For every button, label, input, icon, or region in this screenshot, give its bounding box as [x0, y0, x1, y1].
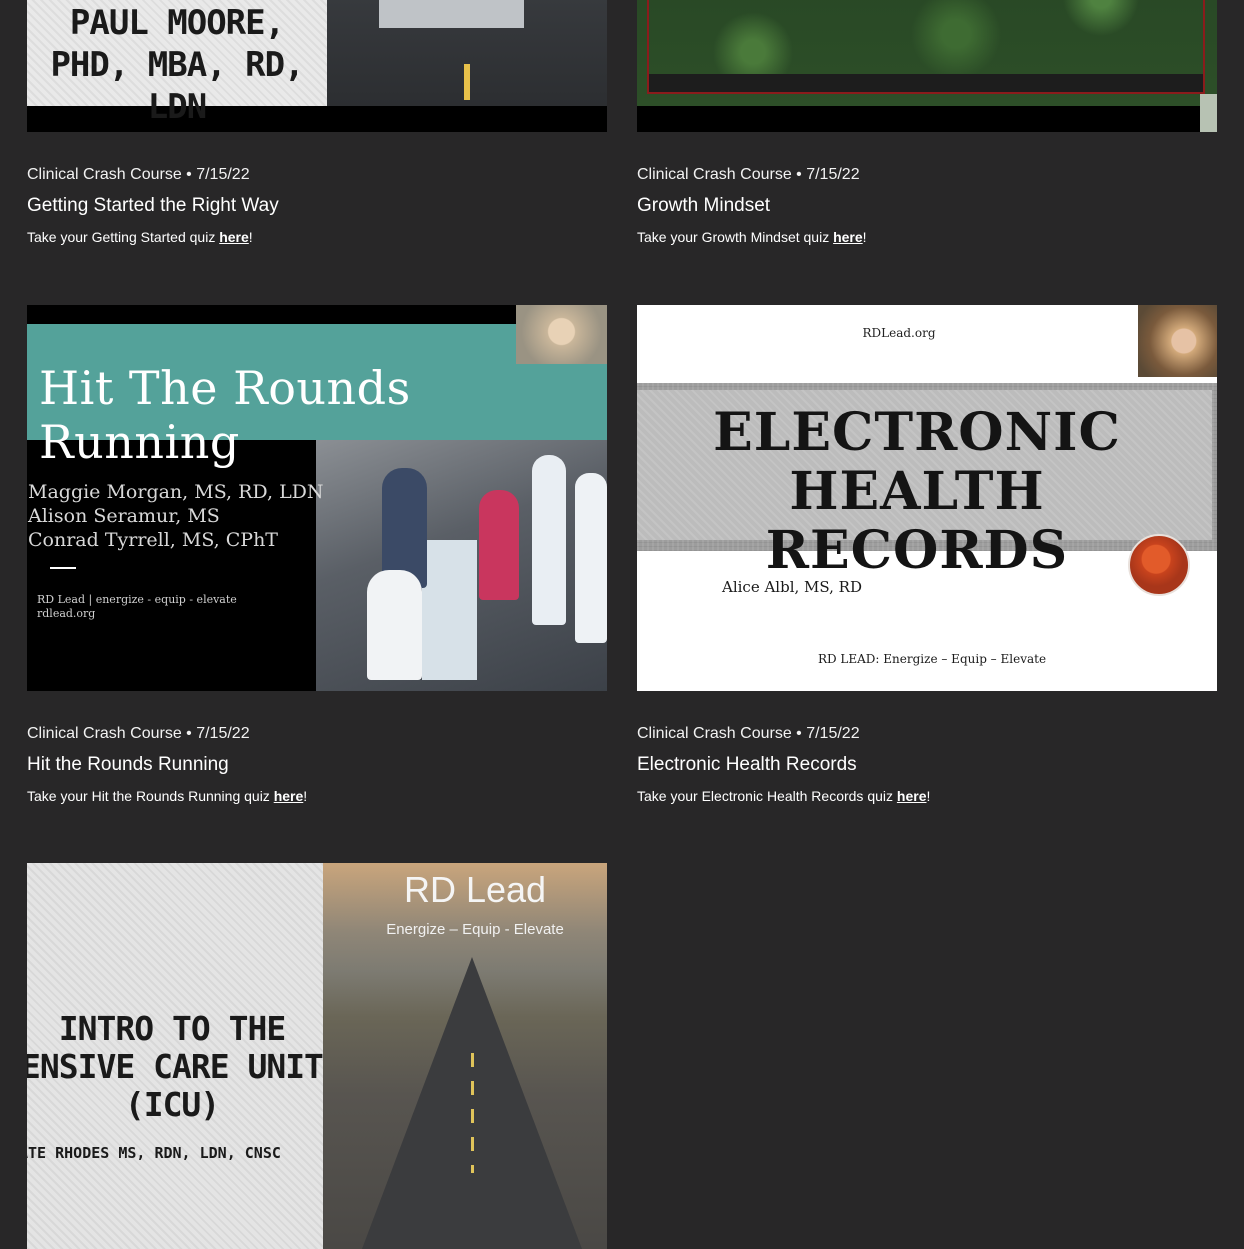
thumbnail-presenter: ATE RHODES MS, RDN, LDN, CNSC [27, 1144, 281, 1162]
card-title[interactable]: Hit the Rounds Running [27, 754, 607, 776]
thumbnail-frame [647, 0, 1205, 94]
presenter-webcam [379, 0, 524, 28]
video-thumbnail[interactable]: INTRO TO THE ENSIVE CARE UNIT (ICU) ATE … [27, 863, 607, 1249]
description-text: Take your Growth Mindset quiz [637, 229, 834, 245]
title-line: INTRO TO THE [58, 1009, 286, 1048]
presenter-name: Maggie Morgan, MS, RD, LDN [28, 481, 324, 503]
description-suffix: ! [303, 788, 308, 804]
title-line: (ICU) [124, 1085, 220, 1124]
card-meta: Clinical Crash Course • 7/15/22 [637, 166, 860, 183]
decorative-circle [1128, 534, 1190, 596]
description-suffix: ! [862, 229, 867, 245]
thumbnail-site: RDLead.org [862, 326, 936, 340]
presenter-webcam [1138, 305, 1217, 377]
footer-line: RD Lead | energize - equip - elevate [37, 593, 237, 606]
card-meta: Clinical Crash Course • 7/15/22 [27, 725, 250, 742]
quiz-link[interactable]: here [274, 788, 304, 804]
title-line: ENSIVE CARE UNIT [27, 1047, 324, 1086]
quiz-link[interactable]: here [219, 229, 249, 245]
card-description: Take your Growth Mindset quiz here! [637, 229, 1217, 246]
title-line: ELECTRONIC [713, 402, 1121, 463]
thumbnail-tagline: Energize – Equip - Elevate [386, 921, 564, 938]
description-suffix: ! [926, 788, 931, 804]
thumbnail-footer: RD Lead | energize - equip - elevate rdl… [37, 593, 237, 621]
card-title[interactable]: Growth Mindset [637, 195, 1217, 217]
card-description: Take your Getting Started quiz here! [27, 229, 607, 246]
photo-person [575, 473, 607, 643]
card-meta: Clinical Crash Course • 7/15/22 [27, 166, 250, 183]
card-description: Take your Electronic Health Records quiz… [637, 788, 1217, 805]
photo-person [479, 490, 519, 600]
video-card[interactable]: Clinical Crash Course • 7/15/22 Growth M… [637, 0, 1217, 246]
photo-person [367, 570, 422, 680]
thumbnail-presenters: Maggie Morgan, MS, RD, LDN Alison Seramu… [28, 480, 324, 552]
video-card[interactable]: PAUL MOORE, PHD, MBA, RD, LDN Clinical C… [27, 0, 607, 246]
thumbnail-title: INTRO TO THE ENSIVE CARE UNIT (ICU) [27, 1010, 337, 1124]
thumbnail-title: ELECTRONIC HEALTH RECORDS [637, 403, 1197, 580]
description-text: Take your Hit the Rounds Running quiz [27, 788, 274, 804]
footer-line: rdlead.org [37, 607, 96, 620]
thumbnail-footer: RD LEAD: Energize – Equip – Elevate [817, 652, 1047, 666]
quiz-link[interactable]: here [897, 788, 927, 804]
presenter-name: Conrad Tyrrell, MS, CPhT [28, 529, 278, 551]
video-thumbnail[interactable]: Hit The Rounds Running Maggie Morgan, MS… [27, 305, 607, 691]
video-card[interactable]: INTRO TO THE ENSIVE CARE UNIT (ICU) ATE … [27, 863, 607, 1249]
video-card[interactable]: Hit The Rounds Running Maggie Morgan, MS… [27, 305, 607, 805]
video-thumbnail[interactable] [637, 0, 1217, 132]
card-meta: Clinical Crash Course • 7/15/22 [637, 725, 860, 742]
divider [50, 567, 76, 569]
quiz-link[interactable]: here [833, 229, 863, 245]
thumbnail-corner [1200, 94, 1217, 132]
thumbnail-presenter: Alice Albl, MS, RD [722, 578, 862, 596]
card-title[interactable]: Getting Started the Right Way [27, 195, 607, 217]
card-description: Take your Hit the Rounds Running quiz he… [27, 788, 607, 805]
description-text: Take your Electronic Health Records quiz [637, 788, 897, 804]
road-line [471, 1053, 474, 1173]
photo-person [532, 455, 566, 625]
video-thumbnail[interactable]: RDLead.org ELECTRONIC HEALTH RECORDS Ali… [637, 305, 1217, 691]
presenter-name: Alison Seramur, MS [28, 505, 220, 527]
photo-cart [422, 540, 477, 680]
video-thumbnail[interactable]: PAUL MOORE, PHD, MBA, RD, LDN [27, 0, 607, 132]
description-text: Take your Getting Started quiz [27, 229, 220, 245]
card-title[interactable]: Electronic Health Records [637, 754, 1217, 776]
thumbnail-brand: RD Lead [403, 869, 547, 910]
description-suffix: ! [248, 229, 253, 245]
road-line [464, 64, 470, 100]
video-card[interactable]: RDLead.org ELECTRONIC HEALTH RECORDS Ali… [637, 305, 1217, 805]
thumbnail-presenter: PAUL MOORE, PHD, MBA, RD, LDN [50, 3, 304, 127]
presenter-webcam [516, 305, 607, 364]
title-line: HEALTH RECORDS [765, 461, 1069, 581]
